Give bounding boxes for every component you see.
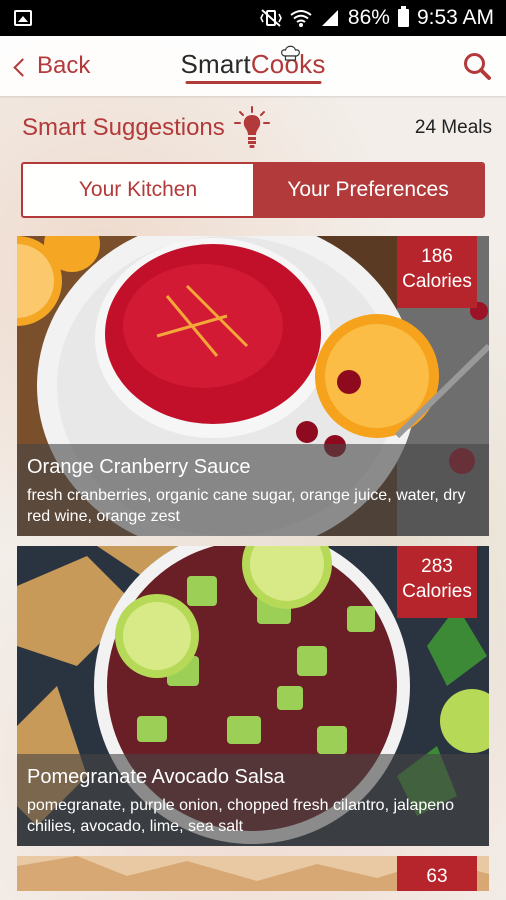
smartcooks-logo: SmartCooks — [180, 42, 325, 90]
chef-hat-icon — [281, 45, 300, 61]
app-header: Back SmartCooks — [0, 36, 506, 96]
battery-icon — [397, 6, 409, 27]
calories-label: Calories — [402, 271, 472, 292]
logo-text-smart: Smart — [180, 48, 251, 79]
tab-your-kitchen[interactable]: Your Kitchen — [23, 164, 253, 216]
recipe-info-overlay: Orange Cranberry Sauce fresh cranberries… — [17, 444, 489, 536]
recipe-card-orange-cranberry-sauce[interactable]: 186 Calories Orange Cranberry Sauce fres… — [17, 236, 489, 536]
image-notification-icon — [14, 10, 32, 26]
wifi-icon — [290, 10, 312, 27]
main-content: Smart Suggestions 24 Meals Your Kitchen … — [0, 96, 506, 900]
clock: 9:53 AM — [416, 6, 494, 29]
chevron-left-icon — [13, 57, 32, 77]
calories-value: 283 — [421, 556, 453, 577]
search-icon[interactable] — [462, 51, 492, 81]
recipe-card-partial[interactable]: 63 — [17, 856, 489, 891]
recipe-title: Pomegranate Avocado Salsa — [27, 766, 285, 788]
calories-value: 63 — [426, 866, 448, 887]
lightbulb-icon — [233, 106, 270, 148]
calories-value: 186 — [421, 246, 453, 267]
calories-badge: 63 — [397, 856, 477, 891]
status-bar: 86% 9:53 AM — [0, 0, 506, 36]
tab-your-preferences[interactable]: Your Preferences — [253, 164, 483, 216]
recipe-title: Orange Cranberry Sauce — [27, 456, 251, 478]
suggestions-title: Smart Suggestions — [22, 114, 225, 141]
recipe-ingredients: fresh cranberries, organic cane sugar, o… — [27, 487, 466, 525]
suggestions-header: Smart Suggestions 24 Meals — [0, 96, 506, 160]
calories-badge: 283 Calories — [397, 546, 477, 618]
calories-badge: 186 Calories — [397, 236, 477, 308]
recipe-card-pomegranate-avocado-salsa[interactable]: 283 Calories Pomegranate Avocado Salsa p… — [17, 546, 489, 846]
recipe-ingredients: pomegranate, purple onion, chopped fresh… — [27, 797, 454, 835]
battery-percent: 86% — [347, 6, 390, 29]
logo-underline — [184, 80, 321, 84]
recipe-info-overlay: Pomegranate Avocado Salsa pomegranate, p… — [17, 754, 489, 846]
back-button[interactable]: Back — [13, 52, 91, 80]
calories-label: Calories — [402, 581, 472, 602]
mute-vibrate-icon — [260, 9, 282, 27]
cell-signal-icon — [321, 10, 338, 26]
back-label: Back — [37, 52, 91, 79]
recipe-list: 186 Calories Orange Cranberry Sauce fres… — [0, 236, 506, 891]
meal-count: 24 Meals — [414, 117, 492, 138]
segmented-control: Your Kitchen Your Preferences — [21, 162, 485, 218]
